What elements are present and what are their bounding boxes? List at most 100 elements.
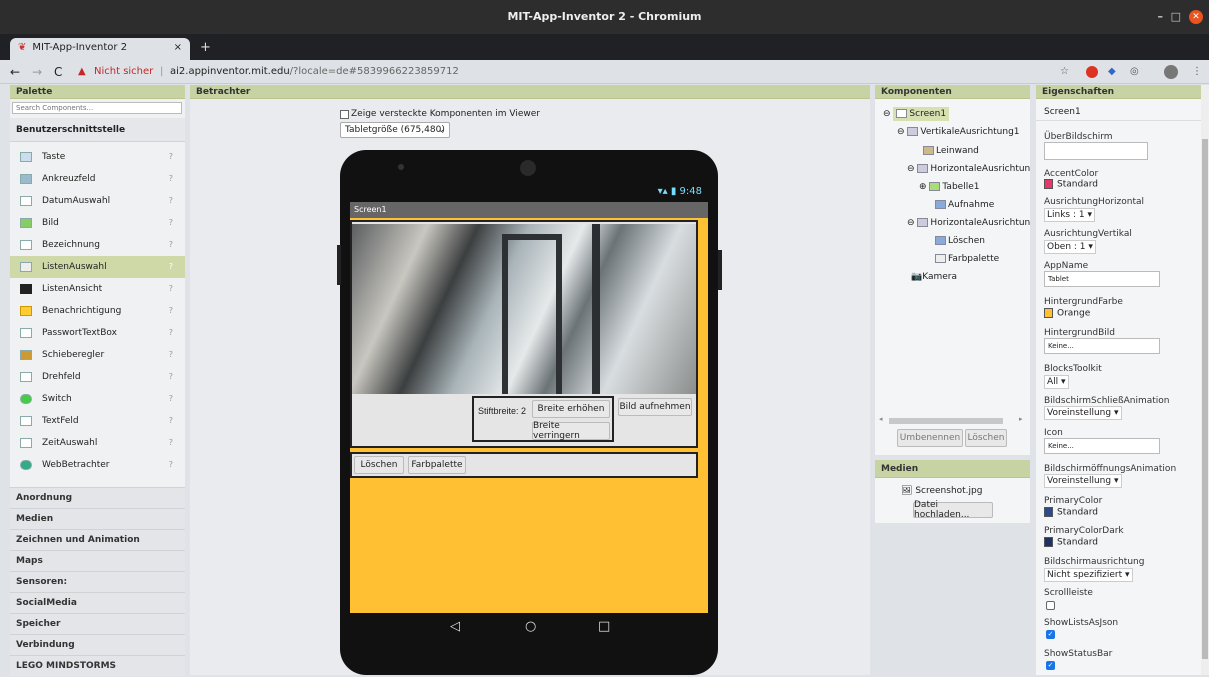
scrollbar-thumb[interactable]	[889, 418, 1003, 424]
security-warning[interactable]: Nicht sicher	[94, 60, 153, 84]
collapse-icon[interactable]: ⊖	[897, 127, 905, 137]
palette-category[interactable]: Maps	[10, 550, 185, 571]
screen-size-select[interactable]: Tabletgröße (675,480) ⌄	[340, 122, 450, 138]
adblock-icon[interactable]	[1086, 66, 1098, 78]
help-icon[interactable]: ?	[169, 454, 173, 476]
increase-width-button[interactable]: Breite erhöhen	[532, 400, 610, 418]
palette-item-checkbox[interactable]: Ankreuzfeld?	[10, 168, 185, 190]
palette-item-spinner[interactable]: Drehfeld?	[10, 366, 185, 388]
help-icon[interactable]: ?	[169, 256, 173, 278]
palette-category[interactable]: Speicher	[10, 613, 185, 634]
url-input[interactable]: ai2.appinventor.mit.edu/?locale=de#58399…	[170, 60, 459, 84]
upload-file-button[interactable]: Datei hochladen...	[913, 500, 993, 520]
collapse-icon[interactable]: ⊖	[907, 218, 915, 228]
new-tab-icon[interactable]: +	[200, 40, 211, 55]
close-window-icon[interactable]: ✕	[1189, 10, 1203, 24]
palette-item-notifier[interactable]: Benachrichtigung?	[10, 300, 185, 322]
rename-button[interactable]: Umbenennen	[897, 429, 963, 447]
tree-node-screen1[interactable]: ⊖ Screen1	[883, 107, 950, 121]
palette-item-datepicker[interactable]: DatumAuswahl?	[10, 190, 185, 212]
palette-category[interactable]: SocialMedia	[10, 592, 185, 613]
tree-node-camera[interactable]: 📷Kamera	[911, 272, 957, 282]
showstatusbar-checkbox[interactable]: ✓	[1046, 661, 1055, 670]
back-icon[interactable]: ←	[10, 60, 20, 84]
help-icon[interactable]: ?	[169, 212, 173, 234]
search-components-input[interactable]	[12, 102, 182, 114]
palette-item-timepicker[interactable]: ZeitAuswahl?	[10, 432, 185, 454]
tree-node-horizontal-arrangement[interactable]: ⊖ HorizontaleAusrichtun	[907, 218, 1030, 228]
tree-node-horizontal-arrangement[interactable]: ⊖ HorizontaleAusrichtun	[907, 164, 1030, 174]
tree-node-canvas[interactable]: Leinwand	[923, 146, 979, 156]
palette-item-slider[interactable]: Schieberegler?	[10, 344, 185, 366]
collapse-icon[interactable]: ⊖	[883, 109, 891, 119]
color-palette-button[interactable]: Farbpalette	[408, 456, 466, 474]
forward-icon[interactable]: →	[32, 60, 42, 84]
aboutscreen-textarea[interactable]	[1044, 142, 1148, 160]
help-icon[interactable]: ?	[169, 300, 173, 322]
primarycolordark-picker[interactable]: Standard	[1044, 537, 1098, 548]
alignvertical-select[interactable]: Oben : 1 ▾	[1044, 240, 1096, 254]
reload-icon[interactable]: C	[54, 60, 62, 84]
tab-close-icon[interactable]: ×	[174, 42, 182, 53]
palette-category[interactable]: Medien	[10, 508, 185, 529]
scroll-right-icon[interactable]: ▸	[1019, 415, 1023, 423]
palette-category[interactable]: Zeichnen und Animation	[10, 529, 185, 550]
help-icon[interactable]: ?	[169, 388, 173, 410]
scroll-left-icon[interactable]: ◂	[879, 415, 883, 423]
backgroundcolor-picker[interactable]: Orange	[1044, 308, 1090, 319]
decrease-width-button[interactable]: Breite verringern	[532, 421, 610, 441]
tree-node-clear[interactable]: Löschen	[935, 236, 985, 246]
expand-icon[interactable]: ⊕	[919, 182, 927, 192]
closeanimation-select[interactable]: Voreinstellung ▾	[1044, 406, 1122, 420]
tree-node-capture[interactable]: Aufnahme	[935, 200, 994, 210]
extension-icon[interactable]: ◎	[1130, 60, 1139, 84]
palette-item-listview[interactable]: ListenAnsicht?	[10, 278, 185, 300]
scrollbar-thumb[interactable]	[1202, 139, 1208, 659]
help-icon[interactable]: ?	[169, 234, 173, 256]
showlistsasjson-checkbox[interactable]: ✓	[1046, 630, 1055, 639]
palette-group-ui[interactable]: Benutzerschnittstelle	[10, 118, 185, 142]
openanimation-select[interactable]: Voreinstellung ▾	[1044, 474, 1122, 488]
help-icon[interactable]: ?	[169, 322, 173, 344]
maximize-icon[interactable]: □	[1171, 0, 1181, 34]
star-icon[interactable]: ☆	[1060, 60, 1069, 84]
delete-button[interactable]: Löschen	[965, 429, 1007, 447]
minimize-icon[interactable]: –	[1158, 0, 1164, 34]
backgroundimage-picker[interactable]: Keine...	[1044, 338, 1160, 354]
help-icon[interactable]: ?	[169, 432, 173, 454]
hidden-components-checkbox[interactable]	[340, 109, 349, 119]
canvas-image[interactable]	[352, 224, 696, 394]
scrollable-checkbox[interactable]	[1046, 601, 1055, 610]
palette-item-webviewer[interactable]: WebBetrachter?	[10, 454, 185, 476]
menu-icon[interactable]: ⋮	[1192, 60, 1202, 84]
translate-icon[interactable]: ◆	[1108, 60, 1116, 84]
back-nav-icon[interactable]: ◁	[450, 619, 460, 634]
media-file[interactable]: 🖼 Screenshot.jpg	[901, 486, 982, 496]
alignhorizontal-select[interactable]: Links : 1 ▾	[1044, 208, 1096, 222]
help-icon[interactable]: ?	[169, 168, 173, 190]
take-picture-button[interactable]: Bild aufnehmen	[618, 398, 692, 416]
orientation-select[interactable]: Nicht spezifiziert ▾	[1044, 568, 1133, 582]
avatar[interactable]	[1164, 65, 1178, 79]
blockstoolkit-select[interactable]: All ▾	[1044, 375, 1069, 389]
browser-tab[interactable]: ❦ MIT-App-Inventor 2 ×	[10, 38, 190, 60]
palette-item-label[interactable]: Bezeichnung?	[10, 234, 185, 256]
palette-category[interactable]: Verbindung	[10, 634, 185, 655]
tree-node-table[interactable]: ⊕ Tabelle1	[919, 182, 979, 192]
palette-item-button[interactable]: Taste?	[10, 146, 185, 168]
home-nav-icon[interactable]: ○	[525, 619, 536, 634]
collapse-icon[interactable]: ⊖	[907, 164, 915, 174]
recents-nav-icon[interactable]: □	[598, 619, 610, 634]
clear-button[interactable]: Löschen	[354, 456, 404, 474]
palette-item-listpicker[interactable]: ListenAuswahl?	[10, 256, 185, 278]
palette-item-switch[interactable]: Switch?	[10, 388, 185, 410]
appname-input[interactable]: Tablet	[1044, 271, 1160, 287]
help-icon[interactable]: ?	[169, 190, 173, 212]
help-icon[interactable]: ?	[169, 278, 173, 300]
page-scrollbar[interactable]	[1201, 85, 1209, 675]
palette-category[interactable]: Anordnung	[10, 487, 185, 508]
help-icon[interactable]: ?	[169, 146, 173, 168]
palette-category[interactable]: Sensoren:	[10, 571, 185, 592]
tree-node-vertical-arrangement[interactable]: ⊖ VertikaleAusrichtung1	[897, 127, 1020, 137]
palette-item-textbox[interactable]: TextFeld?	[10, 410, 185, 432]
